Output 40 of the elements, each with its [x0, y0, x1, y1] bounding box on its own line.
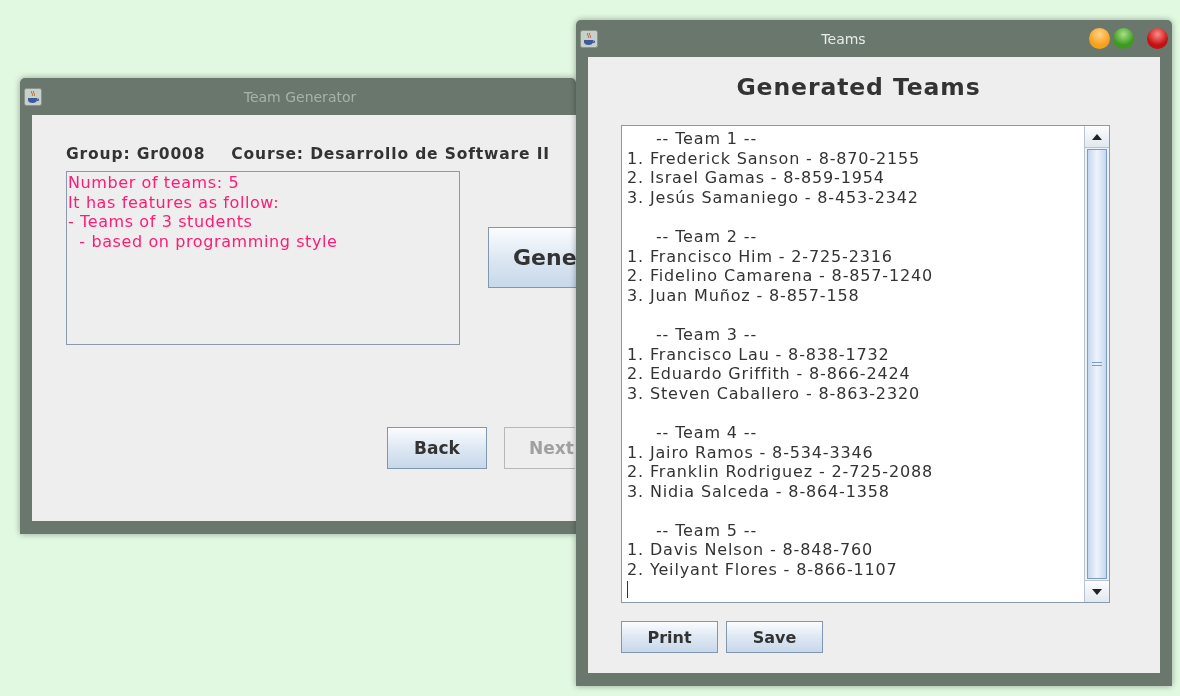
down-arrow-icon[interactable] [1092, 588, 1102, 595]
window-title: Teams [820, 30, 867, 47]
team-header: -- Team 4 -- [655, 422, 759, 443]
team-header: -- Team 1 -- [655, 129, 759, 149]
up-arrow-icon[interactable] [1092, 133, 1102, 140]
team-member: 1. Francisco Lau - 8-838-1732 [627, 344, 891, 365]
team-member: 2. Israel Gamas - 8-859-1954 [627, 168, 886, 188]
back-button[interactable]: Back [387, 427, 487, 469]
close-icon[interactable] [1147, 28, 1168, 49]
team-header: -- Team 2 -- [655, 226, 759, 247]
description-area: Number of teams: 5 It has features as follow: - Teams of 3 students - based on programming style [66, 171, 460, 345]
course-label: Course: Desarrollo de Software II [231, 145, 550, 163]
cup-icon [24, 87, 42, 106]
team-member: 2. Franklin Rodriguez - 2-725-2088 [627, 462, 935, 482]
window-title: Team Generator [242, 88, 358, 105]
text-cursor [627, 580, 628, 598]
team-header: -- Team 3 -- [655, 324, 759, 345]
team-member: 2. Fidelino Camarena - 8-857-1240 [627, 266, 935, 286]
print-button[interactable]: Print [621, 621, 718, 653]
team-member: 1. Francisco Him - 2-725-2316 [627, 246, 894, 267]
save-button[interactable]: Save [726, 621, 823, 653]
maximize-icon[interactable] [1113, 28, 1134, 49]
team-member: 3. Juan Muñoz - 8-857-158 [627, 285, 861, 306]
team-header: -- Team 5 -- [655, 520, 759, 541]
cup-icon [580, 29, 598, 48]
team-member: 1. Frederick Sanson - 8-870-2155 [627, 148, 922, 169]
group-label: Group: Gr0008 [66, 145, 206, 163]
grip-icon [1092, 362, 1102, 366]
team-member: 2. Yeilyant Flores - 8-866-1107 [627, 560, 899, 580]
team-member: 1. Jairo Ramos - 8-534-3346 [627, 442, 875, 463]
teams-text-area[interactable] [621, 125, 1110, 603]
scrollbar[interactable] [1084, 126, 1109, 602]
minimize-icon[interactable] [1089, 28, 1110, 49]
team-member: 3. Steven Caballero - 8-863-2320 [627, 383, 921, 404]
team-member: 2. Eduardo Griffith - 8-866-2424 [627, 364, 912, 384]
team-member: 3. Nidia Salceda - 8-864-1358 [627, 481, 891, 502]
team-member: 1. Davis Nelson - 8-848-760 [627, 540, 875, 561]
generate-button[interactable]: Gene [488, 227, 576, 288]
team-member: 3. Jesús Samaniego - 8-453-2342 [627, 187, 920, 208]
dialog-heading: Generated Teams [735, 73, 982, 101]
